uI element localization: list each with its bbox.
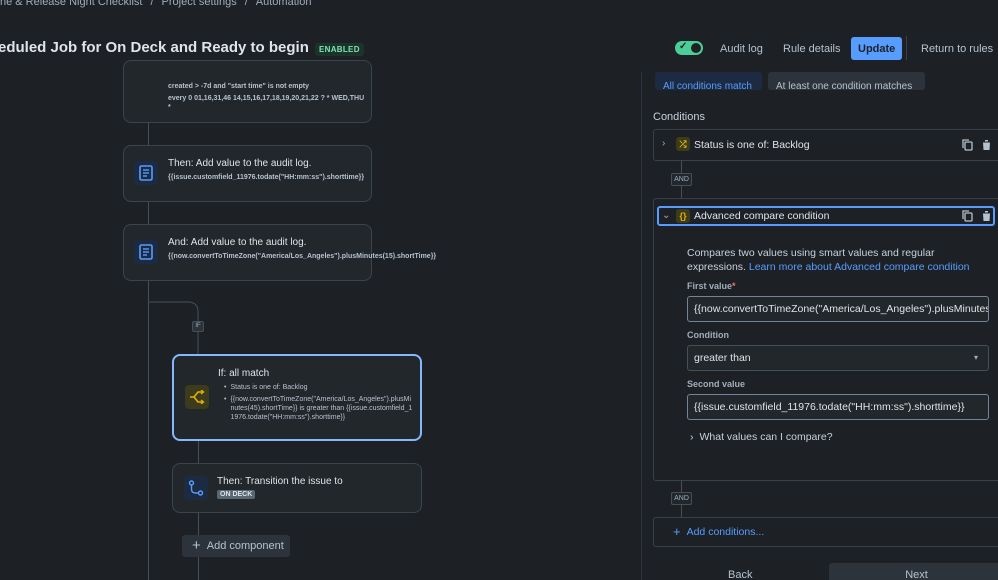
and-tag: AND <box>671 173 692 186</box>
rule-enabled-toggle[interactable]: ✓ <box>675 41 703 55</box>
condition-bullet: {{now.convertToTimeZone("America/Los_Ang… <box>230 396 413 421</box>
update-button[interactable]: Update <box>851 37 903 60</box>
learn-more-link[interactable]: Learn more about Advanced compare condit… <box>749 261 970 273</box>
document-icon <box>134 240 158 264</box>
connector-line <box>681 161 682 173</box>
transition-icon <box>184 476 208 500</box>
chevron-down-icon[interactable]: ⌄ <box>662 210 670 221</box>
check-icon: ✓ <box>679 41 688 52</box>
shuffle-icon: ⤮ <box>676 137 690 151</box>
breadcrumb: ne & Release Night Checklist / Project s… <box>0 0 311 8</box>
back-button[interactable]: Back <box>728 569 752 580</box>
status-badge: ENABLED <box>315 43 364 56</box>
condition-title: If: all match <box>218 368 270 379</box>
conditions-heading: Conditions <box>653 111 705 123</box>
condition-label: Condition <box>687 330 729 340</box>
second-value-label: Second value <box>687 379 746 389</box>
chevron-right-icon: › <box>690 431 694 443</box>
breadcrumb-item-checklist[interactable]: ne & Release Night Checklist <box>0 0 142 8</box>
connector-line <box>148 201 149 225</box>
breadcrumb-separator: / <box>150 0 154 8</box>
breadcrumb-item-project-settings[interactable]: Project settings <box>162 0 237 8</box>
condition-bullets: • Status is one of: Backlog • {{now.conver… <box>224 384 413 421</box>
trigger-jql: created > -7d and "start time" is not em… <box>168 83 310 90</box>
return-to-rules-button[interactable]: Return to rules <box>914 37 998 60</box>
status-lozenge-on-deck: ON DECK <box>217 490 256 499</box>
next-button[interactable]: Next <box>829 563 998 580</box>
plus-icon: + <box>673 524 681 539</box>
first-value-label: First value* <box>687 281 736 291</box>
match-any-option[interactable]: At least one condition matches <box>768 72 925 90</box>
transition-node[interactable]: Then: Transition the issue to <box>172 463 422 513</box>
add-conditions-label: Add conditions... <box>686 526 765 538</box>
action-node-audit-log-1[interactable]: Then: Add value to the audit log. {{issu… <box>123 145 372 202</box>
condition-row-label: Advanced compare condition <box>694 210 830 222</box>
condition-select-value: greater than <box>694 352 751 364</box>
connector-line <box>148 122 149 146</box>
condition-node-selected[interactable]: If: all match • Status is one of: Backlog… <box>172 354 422 441</box>
match-all-label: All conditions match <box>663 81 752 90</box>
match-all-option[interactable]: All conditions match <box>655 72 762 90</box>
condition-description: Compares two values using smart values a… <box>687 246 977 274</box>
document-icon <box>134 161 158 185</box>
add-component-label: Add component <box>206 540 284 552</box>
breadcrumb-separator: / <box>244 0 248 8</box>
add-conditions-button[interactable]: + Add conditions... <box>673 524 765 539</box>
action-detail: {{now.convertToTimeZone("America/Los_Ang… <box>168 253 437 260</box>
page-title: eduled Job for On Deck and Ready to begi… <box>0 39 309 56</box>
action-title: And: Add value to the audit log. <box>168 237 307 248</box>
what-values-label: What values can I compare? <box>699 431 833 443</box>
required-marker: * <box>732 281 736 291</box>
audit-log-button[interactable]: Audit log <box>713 37 770 60</box>
match-any-label: At least one condition matches <box>776 81 913 90</box>
trigger-node[interactable]: created > -7d and "start time" is not em… <box>123 60 372 123</box>
connector-line <box>198 440 199 464</box>
second-value-input[interactable]: {{issue.customfield_11976.todate("HH:mm:… <box>687 394 989 420</box>
condition-row-label: Status is one of: Backlog <box>694 139 810 151</box>
connector-line <box>198 512 199 536</box>
breadcrumb-item-automation[interactable]: Automation <box>256 0 312 8</box>
condition-select[interactable]: greater than ▾ <box>687 345 989 371</box>
branch-condition-icon <box>185 385 209 409</box>
toggle-knob <box>691 43 701 53</box>
first-value-input[interactable]: {{now.convertToTimeZone("America/Los_Ang… <box>687 296 989 322</box>
transition-title: Then: Transition the issue to <box>217 476 343 487</box>
connector-line <box>681 186 682 198</box>
first-value-label-text: First value <box>687 281 733 291</box>
add-component-button[interactable]: + Add component <box>182 535 290 557</box>
trash-icon[interactable] <box>981 139 992 151</box>
connector-line <box>198 557 199 580</box>
if-branch-tag: IF <box>192 321 204 332</box>
rule-details-button[interactable]: Rule details <box>776 37 847 60</box>
copy-icon[interactable] <box>962 210 973 222</box>
trash-icon[interactable] <box>981 210 992 222</box>
action-node-audit-log-2[interactable]: And: Add value to the audit log. {{now.c… <box>123 224 437 281</box>
condition-bullet: Status is one of: Backlog <box>230 384 308 391</box>
chevron-down-icon: ▾ <box>973 353 978 362</box>
connector-line <box>681 505 682 517</box>
chevron-right-icon[interactable]: › <box>662 138 665 149</box>
action-detail: {{issue.customfield_11976.todate("HH:mm:… <box>168 174 365 181</box>
action-title: Then: Add value to the audit log. <box>168 158 312 169</box>
and-tag: AND <box>671 492 692 505</box>
plus-icon: + <box>192 537 201 554</box>
trigger-schedule: every 0 01,16,31,46 14,15,16,17,18,19,20… <box>168 95 365 111</box>
what-values-expander[interactable]: › What values can I compare? <box>690 431 833 443</box>
header-divider <box>906 36 907 60</box>
braces-icon: {} <box>676 209 690 223</box>
copy-icon[interactable] <box>962 139 973 151</box>
